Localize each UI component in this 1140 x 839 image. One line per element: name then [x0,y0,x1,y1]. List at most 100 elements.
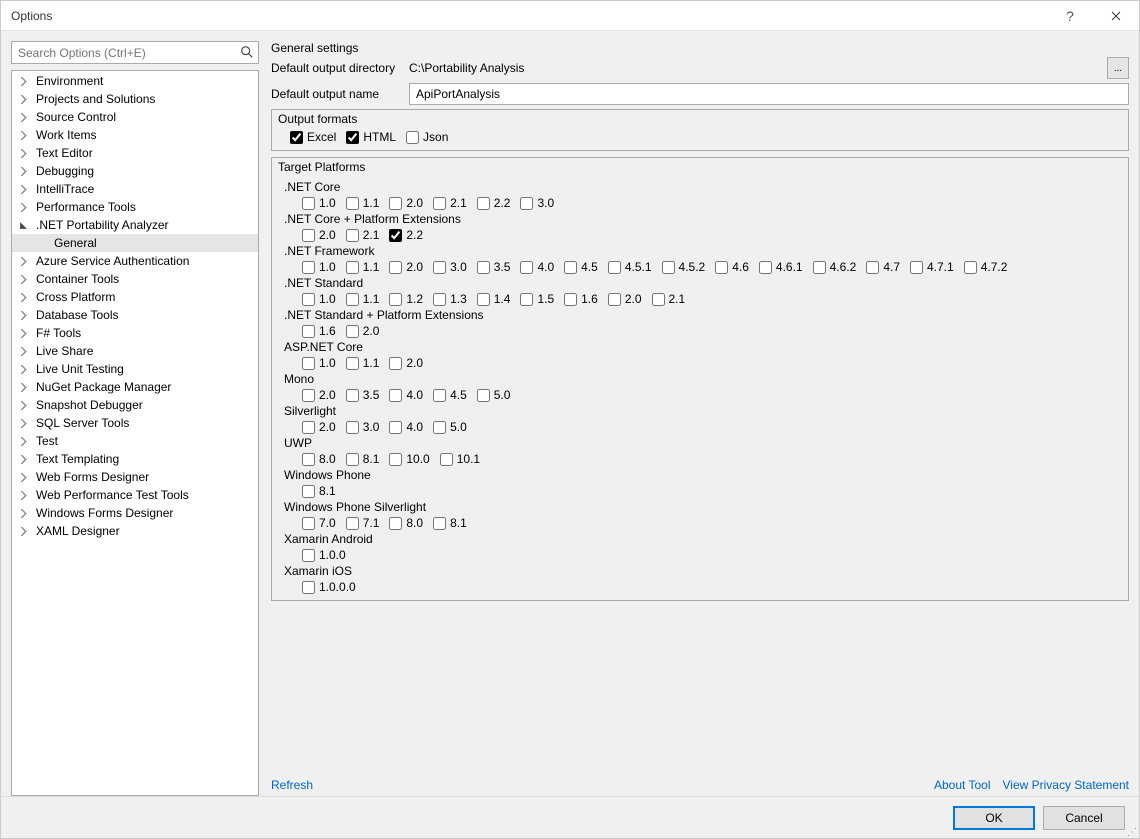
checkbox-input[interactable] [389,357,402,370]
platform-version-checkbox[interactable]: 1.4 [477,292,511,306]
platform-version-checkbox[interactable]: 3.5 [346,388,380,402]
tree-item[interactable]: Live Share [12,342,258,360]
checkbox-input[interactable] [433,421,446,434]
help-button[interactable]: ? [1047,1,1093,31]
platform-version-checkbox[interactable]: 1.1 [346,196,380,210]
checkbox-input[interactable] [346,517,359,530]
checkbox-input[interactable] [608,261,621,274]
output-name-input[interactable] [409,83,1129,105]
checkbox-input[interactable] [302,549,315,562]
tree-item[interactable]: Snapshot Debugger [12,396,258,414]
checkbox-input[interactable] [433,197,446,210]
ok-button[interactable]: OK [953,806,1035,830]
tree-item[interactable]: IntelliTrace [12,180,258,198]
tree-item[interactable]: Text Templating [12,450,258,468]
platform-version-checkbox[interactable]: 2.0 [302,388,336,402]
checkbox-input[interactable] [302,357,315,370]
platform-version-checkbox[interactable]: 10.0 [389,452,429,466]
platform-version-checkbox[interactable]: 4.6 [715,260,749,274]
platform-version-checkbox[interactable]: 1.3 [433,292,467,306]
checkbox-input[interactable] [813,261,826,274]
platform-version-checkbox[interactable]: 1.6 [302,324,336,338]
checkbox-input[interactable] [302,197,315,210]
checkbox-input[interactable] [440,453,453,466]
platform-version-checkbox[interactable]: 10.1 [440,452,480,466]
platform-version-checkbox[interactable]: 4.0 [520,260,554,274]
checkbox-input[interactable] [346,389,359,402]
platform-version-checkbox[interactable]: 7.0 [302,516,336,530]
platform-version-checkbox[interactable]: 4.5 [564,260,598,274]
checkbox-input[interactable] [406,131,419,144]
checkbox-input[interactable] [964,261,977,274]
platform-version-checkbox[interactable]: 5.0 [477,388,511,402]
about-tool-link[interactable]: About Tool [934,778,991,792]
platform-version-checkbox[interactable]: 4.6.2 [813,260,857,274]
checkbox-input[interactable] [346,421,359,434]
platform-version-checkbox[interactable]: 3.5 [477,260,511,274]
platform-version-checkbox[interactable]: 4.0 [389,420,423,434]
platform-version-checkbox[interactable]: 2.0 [389,196,423,210]
checkbox-input[interactable] [389,229,402,242]
tree-item[interactable]: Web Performance Test Tools [12,486,258,504]
platform-version-checkbox[interactable]: 1.2 [389,292,423,306]
platform-version-checkbox[interactable]: 1.6 [564,292,598,306]
options-tree[interactable]: EnvironmentProjects and SolutionsSource … [11,70,259,796]
platform-version-checkbox[interactable]: 1.5 [520,292,554,306]
cancel-button[interactable]: Cancel [1043,806,1125,830]
platform-version-checkbox[interactable]: 3.0 [346,420,380,434]
tree-item[interactable]: .NET Portability Analyzer [12,216,258,234]
checkbox-input[interactable] [389,389,402,402]
refresh-link[interactable]: Refresh [271,778,313,792]
tree-item[interactable]: XAML Designer [12,522,258,540]
tree-item[interactable]: Windows Forms Designer [12,504,258,522]
tree-item[interactable]: Work Items [12,126,258,144]
tree-item[interactable]: Source Control [12,108,258,126]
tree-item[interactable]: Performance Tools [12,198,258,216]
platform-version-checkbox[interactable]: 2.1 [652,292,686,306]
checkbox-input[interactable] [389,293,402,306]
checkbox-input[interactable] [302,261,315,274]
checkbox-input[interactable] [608,293,621,306]
checkbox-input[interactable] [346,229,359,242]
platform-version-checkbox[interactable]: 1.0.0.0 [302,580,356,594]
output-format-checkbox[interactable]: HTML [346,130,396,144]
checkbox-input[interactable] [715,261,728,274]
tree-item[interactable]: Debugging [12,162,258,180]
platform-version-checkbox[interactable]: 8.0 [302,452,336,466]
checkbox-input[interactable] [346,197,359,210]
platform-version-checkbox[interactable]: 1.1 [346,356,380,370]
platform-version-checkbox[interactable]: 4.5 [433,388,467,402]
checkbox-input[interactable] [302,421,315,434]
platform-version-checkbox[interactable]: 3.0 [520,196,554,210]
checkbox-input[interactable] [477,261,490,274]
output-format-checkbox[interactable]: Json [406,130,448,144]
checkbox-input[interactable] [652,293,665,306]
platform-version-checkbox[interactable]: 2.0 [346,324,380,338]
checkbox-input[interactable] [302,581,315,594]
platform-version-checkbox[interactable]: 1.0 [302,356,336,370]
checkbox-input[interactable] [564,293,577,306]
checkbox-input[interactable] [433,517,446,530]
checkbox-input[interactable] [477,293,490,306]
resize-grip[interactable]: ⋰ [1127,830,1137,836]
platform-version-checkbox[interactable]: 2.0 [302,420,336,434]
platform-version-checkbox[interactable]: 8.1 [302,484,336,498]
tree-item-child[interactable]: General [12,234,258,252]
output-format-checkbox[interactable]: Excel [290,130,336,144]
tree-item[interactable]: Projects and Solutions [12,90,258,108]
platform-version-checkbox[interactable]: 1.0 [302,196,336,210]
platform-version-checkbox[interactable]: 2.0 [302,228,336,242]
checkbox-input[interactable] [346,453,359,466]
platform-version-checkbox[interactable]: 7.1 [346,516,380,530]
platform-version-checkbox[interactable]: 4.0 [389,388,423,402]
tree-item[interactable]: Test [12,432,258,450]
checkbox-input[interactable] [389,453,402,466]
platform-version-checkbox[interactable]: 3.0 [433,260,467,274]
checkbox-input[interactable] [662,261,675,274]
platform-version-checkbox[interactable]: 4.5.1 [608,260,652,274]
tree-item[interactable]: Database Tools [12,306,258,324]
platform-version-checkbox[interactable]: 1.0 [302,292,336,306]
browse-button[interactable]: ... [1107,57,1129,79]
tree-item[interactable]: Text Editor [12,144,258,162]
platform-version-checkbox[interactable]: 4.7 [866,260,900,274]
